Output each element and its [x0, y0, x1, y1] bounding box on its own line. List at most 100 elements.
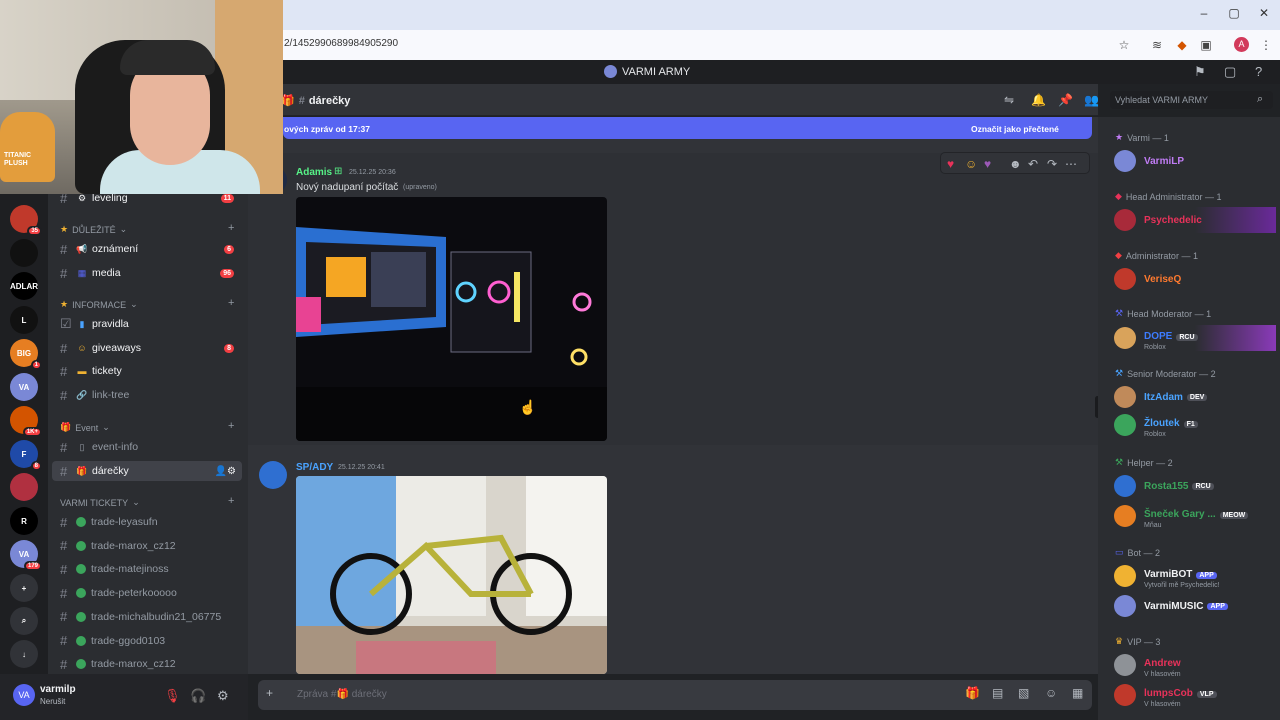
message-author[interactable]: SP/ADY: [296, 462, 333, 473]
minimize-icon[interactable]: –: [1194, 6, 1214, 20]
pin-icon[interactable]: 📌: [1058, 93, 1073, 107]
avatar[interactable]: VA: [13, 684, 35, 706]
close-icon[interactable]: ✕: [1254, 6, 1274, 20]
flag-icon[interactable]: ⚑: [1194, 64, 1206, 80]
member-item[interactable]: Psychedelic: [1114, 207, 1276, 233]
add-channel-icon[interactable]: +: [228, 222, 234, 234]
laugh-reaction-icon[interactable]: ☺: [965, 157, 977, 171]
role-header: ◆ Administrator — 1: [1115, 250, 1198, 261]
purple-heart-reaction-icon[interactable]: ♥: [984, 157, 991, 171]
ticket-channel[interactable]: # trade-marox_cz12: [52, 536, 242, 556]
channel-pravidla[interactable]: ☑ ▮ pravidla: [52, 314, 242, 334]
gift-icon[interactable]: 🎁: [965, 686, 980, 700]
headphones-icon[interactable]: 🎧: [190, 688, 206, 704]
add-reaction-icon[interactable]: ☻: [1009, 157, 1022, 171]
window-icon[interactable]: ▢: [1224, 64, 1236, 80]
bell-icon[interactable]: 🔔: [1031, 93, 1046, 107]
category-informace[interactable]: ★ INFORMACE ⌄: [60, 299, 138, 310]
mute-microphone-icon[interactable]: 🎙: [164, 688, 181, 704]
extension-icon[interactable]: ≋: [1148, 36, 1166, 54]
settings-gear-icon[interactable]: 👤⚙: [215, 466, 236, 477]
unread-badge: 8: [224, 343, 234, 353]
server-icon[interactable]: VA 179: [10, 540, 42, 571]
profile-avatar[interactable]: A: [1234, 37, 1249, 52]
mark-read-button[interactable]: Označit jako přečtené: [971, 124, 1059, 134]
add-channel-icon[interactable]: +: [228, 297, 234, 309]
member-item[interactable]: VarmiMUSIC APP: [1114, 593, 1276, 619]
member-item[interactable]: Rosta155 RCU: [1114, 473, 1276, 499]
member-item[interactable]: lumpsCob VLP V hlasovém: [1114, 682, 1276, 708]
member-item[interactable]: VarmiBOT APP Vytvořil mě Psychedelic!: [1114, 563, 1276, 589]
emoji-icon[interactable]: ☺: [1045, 686, 1057, 700]
ticket-channel[interactable]: # trade-peterkooooo: [52, 583, 242, 603]
channel-event-info[interactable]: # ▯ event-info: [52, 437, 242, 457]
more-options-icon[interactable]: ⋯: [1065, 157, 1077, 171]
member-item[interactable]: DOPE RCU Roblox: [1114, 325, 1276, 351]
member-tag: APP: [1196, 571, 1217, 579]
add-channel-icon[interactable]: +: [228, 495, 234, 507]
gif-icon[interactable]: ▤: [992, 686, 1003, 700]
server-icon[interactable]: 1K+: [10, 406, 42, 437]
channel-oznameni[interactable]: # 📢 oznámení 6: [52, 239, 242, 259]
category-event[interactable]: 🎁 Event ⌄: [60, 422, 110, 433]
member-item[interactable]: ItzAdam DEV: [1114, 384, 1276, 410]
server-title-text: VARMI ARMY: [622, 65, 691, 78]
sticker-icon[interactable]: ▧: [1018, 686, 1029, 700]
hammer-icon: ⚒: [1115, 308, 1124, 318]
member-item[interactable]: VeriseQ: [1114, 266, 1276, 292]
avatar[interactable]: [259, 461, 287, 489]
channel-giveaways[interactable]: # ☺ giveaways 8: [52, 338, 242, 358]
category-dulezite[interactable]: ★ DŮLEŽITÉ ⌄: [60, 224, 127, 235]
channel-tickety[interactable]: # ▬ tickety: [52, 361, 242, 381]
server-icon[interactable]: ⌕: [10, 607, 38, 635]
add-channel-icon[interactable]: +: [228, 420, 234, 432]
reply-icon[interactable]: ↶: [1028, 157, 1038, 171]
server-icon[interactable]: R: [10, 507, 38, 535]
server-icon[interactable]: L: [10, 306, 38, 334]
more-icon[interactable]: ⋮: [1257, 36, 1275, 54]
avatar: [1114, 654, 1136, 676]
settings-icon[interactable]: ⚙: [217, 688, 229, 704]
message-image-bike[interactable]: [296, 476, 607, 674]
forward-icon[interactable]: ↷: [1047, 157, 1057, 171]
add-attachment-icon[interactable]: +: [266, 686, 273, 700]
member-item[interactable]: VarmiLP: [1114, 148, 1276, 174]
server-icon[interactable]: BIG 1: [10, 339, 42, 370]
server-icon[interactable]: F8: [10, 440, 42, 471]
server-icon[interactable]: ADLAR: [10, 272, 38, 300]
channel-media[interactable]: # ▦ media 96: [52, 263, 242, 283]
members-icon[interactable]: 👥: [1084, 93, 1099, 107]
channel-darecky[interactable]: # 🎁 dárečky 👤⚙: [52, 461, 242, 481]
ticket-channel[interactable]: # trade-leyasufn: [52, 512, 242, 532]
member-item[interactable]: Šneček Gary ... MEOW Mňau: [1114, 503, 1276, 529]
ticket-channel[interactable]: # trade-michalbudin21_06775: [52, 607, 242, 627]
maximize-icon[interactable]: ▢: [1224, 6, 1244, 20]
ticket-channel[interactable]: # trade-matejinoss: [52, 559, 242, 579]
url-text[interactable]: 2/1452990689984905290: [284, 38, 398, 49]
channel-label: trade-marox_cz12: [91, 539, 176, 552]
message-image-pc[interactable]: [296, 197, 607, 441]
member-name: VarmiBOT: [1144, 568, 1193, 580]
ticket-channel[interactable]: # trade-ggod0103: [52, 631, 242, 651]
server-icon[interactable]: 35: [10, 205, 42, 236]
server-icon[interactable]: [10, 239, 38, 267]
message-author[interactable]: Adamis: [296, 167, 332, 178]
ticket-channel[interactable]: # trade-marox_cz12: [52, 654, 242, 674]
category-varmi-tickety[interactable]: VARMI TICKETY ⌄: [60, 497, 140, 508]
metamask-icon[interactable]: ◆: [1173, 36, 1191, 54]
server-icon[interactable]: +: [10, 574, 38, 602]
channel-link-tree[interactable]: # 🔗 link-tree: [52, 385, 242, 405]
server-icon[interactable]: ↓: [10, 640, 38, 668]
apps-icon[interactable]: ▦: [1072, 686, 1083, 700]
puzzle-icon[interactable]: ▣: [1197, 36, 1215, 54]
server-icon[interactable]: VA: [10, 373, 38, 401]
member-item[interactable]: Žloutek F1 Roblox: [1114, 412, 1276, 438]
help-icon[interactable]: ?: [1255, 64, 1262, 79]
member-item[interactable]: Andrew V hlasovém: [1114, 652, 1276, 678]
username[interactable]: varmilp: [40, 684, 76, 695]
server-icon[interactable]: [10, 473, 38, 501]
threads-icon[interactable]: ⇋: [1004, 93, 1014, 107]
heart-reaction-icon[interactable]: ♥: [947, 157, 954, 171]
star-icon[interactable]: ☆: [1115, 36, 1133, 54]
status-dot-icon: [76, 611, 86, 622]
